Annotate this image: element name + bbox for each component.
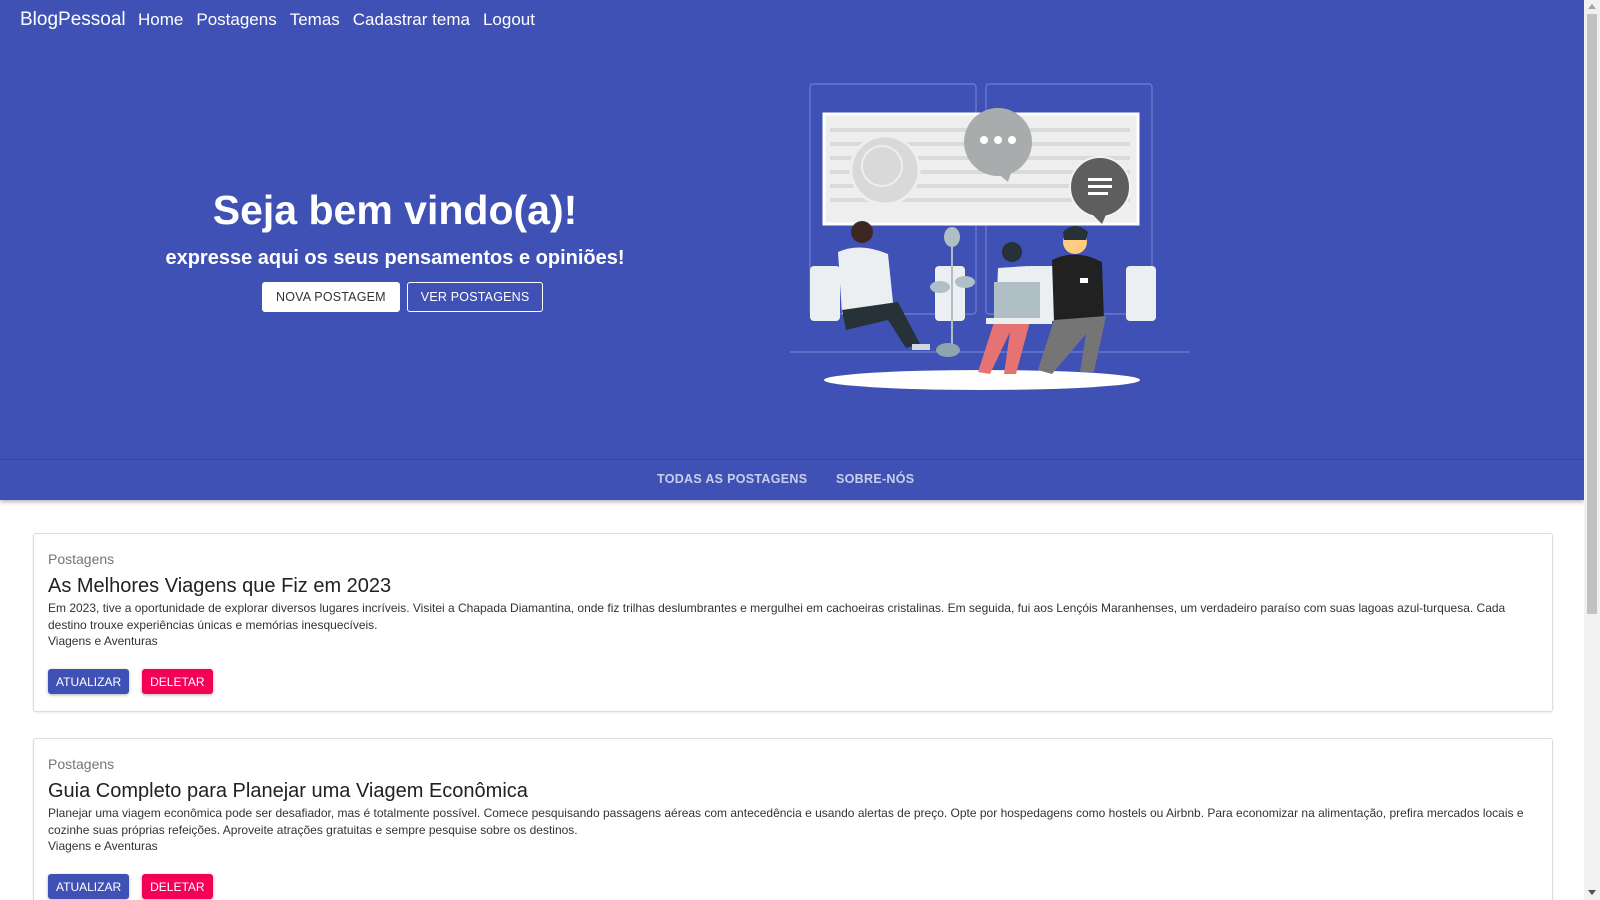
nav-link-home[interactable]: Home: [138, 10, 183, 30]
post-overline: Postagens: [48, 756, 115, 772]
new-post-button[interactable]: NOVA POSTAGEM: [262, 282, 400, 312]
post-tema: Viagens e Aventuras: [48, 839, 158, 853]
post-title: Guia Completo para Planejar uma Viagem E…: [48, 780, 528, 802]
delete-post-button[interactable]: DELETAR: [142, 669, 213, 694]
view-posts-button[interactable]: VER POSTAGENS: [406, 282, 544, 312]
update-post-button[interactable]: ATUALIZAR: [48, 669, 130, 694]
people-meeting-illustration: [790, 83, 1190, 390]
top-navbar: BlogPessoal Home Postagens Temas Cadastr…: [0, 0, 1584, 42]
nav-link-cadastrar-tema[interactable]: Cadastrar tema: [353, 10, 470, 30]
post-actions: ATUALIZAR DELETAR: [48, 669, 213, 694]
nav-links: Home Postagens Temas Cadastrar tema Logo…: [138, 10, 535, 30]
brand-logo[interactable]: BlogPessoal: [20, 9, 126, 31]
tabs-bar: TODAS AS POSTAGENS SOBRE-NÓS: [0, 459, 1584, 500]
tab-sobre-nos[interactable]: SOBRE-NÓS: [836, 459, 914, 500]
post-card: Postagens Guia Completo para Planejar um…: [33, 738, 1553, 900]
nav-link-logout[interactable]: Logout: [483, 10, 535, 30]
post-title: As Melhores Viagens que Fiz em 2023: [48, 575, 392, 597]
hero-subtitle: expresse aqui os seus pensamentos e opin…: [165, 247, 625, 269]
hero-section: Seja bem vindo(a)! expresse aqui os seus…: [0, 42, 1584, 459]
update-post-button[interactable]: ATUALIZAR: [48, 874, 130, 899]
nav-link-temas[interactable]: Temas: [290, 10, 340, 30]
scroll-thumb[interactable]: [1587, 14, 1597, 614]
vertical-scrollbar[interactable]: [1584, 0, 1600, 900]
nav-link-postagens[interactable]: Postagens: [196, 10, 276, 30]
post-text: Em 2023, tive a oportunidade de explorar…: [48, 601, 1506, 632]
post-text: Planejar uma viagem econômica pode ser d…: [48, 806, 1524, 837]
scroll-up-arrow-icon[interactable]: [1588, 4, 1596, 9]
post-overline: Postagens: [48, 551, 115, 567]
hero-title: Seja bem vindo(a)!: [212, 187, 578, 233]
hero-buttons: NOVA POSTAGEM VER POSTAGENS: [262, 282, 544, 312]
post-card: Postagens As Melhores Viagens que Fiz em…: [33, 533, 1553, 712]
post-tema: Viagens e Aventuras: [48, 634, 158, 648]
scroll-down-arrow-icon[interactable]: [1588, 890, 1596, 895]
page: BlogPessoal Home Postagens Temas Cadastr…: [0, 0, 1584, 900]
post-actions: ATUALIZAR DELETAR: [48, 874, 213, 899]
delete-post-button[interactable]: DELETAR: [142, 874, 213, 899]
tab-todas-postagens[interactable]: TODAS AS POSTAGENS: [657, 459, 807, 500]
